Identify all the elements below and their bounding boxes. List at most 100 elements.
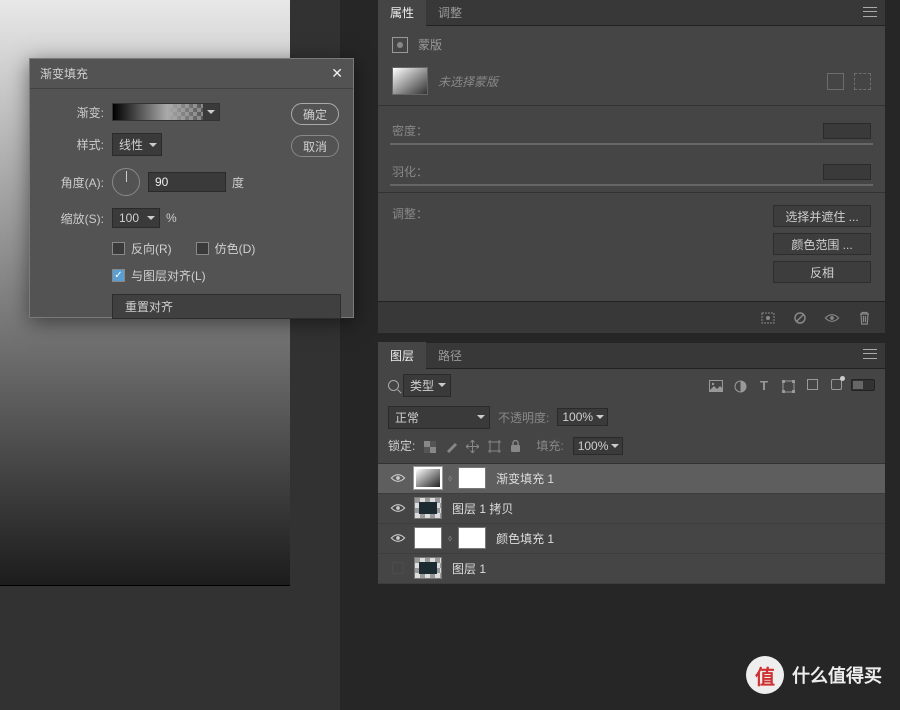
dither-label: 仿色(D) (215, 240, 256, 257)
filter-text-icon[interactable]: T (757, 378, 771, 393)
filter-smartobj-icon[interactable] (805, 378, 819, 393)
blend-mode-select[interactable]: 正常 (388, 406, 490, 429)
angle-label: 角度(A): (42, 174, 104, 191)
lock-artboard-icon[interactable] (488, 439, 501, 453)
visibility-toggle[interactable] (388, 562, 408, 574)
reverse-checkbox[interactable] (112, 242, 125, 255)
layer-name[interactable]: 图层 1 拷贝 (452, 500, 513, 517)
gradient-fill-dialog: 渐变填充 ✕ 确定 取消 渐变: 样式: 线性 角度(A): 度 缩放(S): (29, 58, 354, 318)
filter-image-icon[interactable] (709, 378, 723, 393)
filter-type-select[interactable]: 类型 (403, 374, 451, 397)
mask-thumbnail[interactable] (458, 527, 486, 549)
ok-button[interactable]: 确定 (291, 103, 339, 125)
delete-icon[interactable] (855, 310, 873, 325)
tab-adjustments[interactable]: 调整 (426, 0, 474, 26)
dialog-titlebar[interactable]: 渐变填充 ✕ (30, 59, 353, 89)
fill-label: 填充: (536, 437, 563, 454)
tab-paths[interactable]: 路径 (426, 342, 474, 369)
tab-layers[interactable]: 图层 (378, 342, 426, 369)
close-icon[interactable]: ✕ (331, 65, 343, 82)
link-icon[interactable]: ⬨ (448, 533, 452, 544)
feather-slider[interactable] (390, 184, 873, 186)
angle-dial[interactable] (112, 168, 140, 196)
load-selection-icon[interactable] (759, 310, 777, 324)
chevron-down-icon (596, 415, 604, 419)
layer-row[interactable]: 图层 1 (378, 554, 885, 584)
density-input[interactable] (823, 123, 871, 139)
filter-artboard-icon[interactable] (829, 378, 843, 393)
layer-row[interactable]: ⬨ 渐变填充 1 (378, 464, 885, 494)
scale-unit: % (166, 211, 177, 225)
visibility-icon[interactable] (823, 310, 841, 324)
lock-label: 锁定: (388, 437, 415, 454)
layer-thumbnail[interactable] (414, 527, 442, 549)
chevron-down-icon (477, 415, 485, 419)
lock-position-icon[interactable] (466, 439, 479, 453)
filter-shape-icon[interactable] (781, 378, 795, 393)
style-select[interactable]: 线性 (112, 133, 162, 156)
feather-input[interactable] (823, 164, 871, 180)
layer-name[interactable]: 颜色填充 1 (496, 530, 554, 547)
cancel-button[interactable]: 取消 (291, 135, 339, 157)
layer-thumbnail[interactable] (414, 497, 442, 519)
watermark-text: 什么值得买 (792, 662, 882, 688)
layer-thumbnail[interactable] (414, 557, 442, 579)
chevron-down-icon (438, 383, 446, 387)
chevron-down-icon (207, 110, 215, 114)
reverse-label: 反向(R) (131, 240, 172, 257)
visibility-toggle[interactable] (388, 503, 408, 513)
invert-button[interactable]: 反相 (773, 261, 871, 283)
align-label: 与图层对齐(L) (131, 267, 206, 284)
panel-menu-icon[interactable] (863, 6, 877, 20)
vector-mask-icon[interactable] (854, 73, 871, 90)
link-icon[interactable]: ⬨ (448, 473, 452, 484)
density-label: 密度： (392, 122, 428, 139)
layer-row[interactable]: ⬨ 颜色填充 1 (378, 524, 885, 554)
gradient-picker[interactable] (112, 103, 220, 121)
reset-alignment-button[interactable]: 重置对齐 (112, 294, 341, 319)
select-and-mask-button[interactable]: 选择并遮住 ... (773, 205, 871, 227)
chevron-down-icon (611, 444, 619, 448)
panel-menu-icon[interactable] (863, 348, 877, 362)
layer-name[interactable]: 图层 1 (452, 560, 486, 577)
watermark: 值 什么值得买 (746, 656, 882, 694)
lock-row: 锁定: 填充: 100% (378, 433, 885, 464)
layer-thumbnail[interactable] (414, 467, 442, 489)
layers-filter-bar: 类型 T (378, 369, 885, 402)
pixel-mask-icon[interactable] (827, 73, 844, 90)
opacity-label: 不透明度: (498, 409, 549, 426)
filter-adjust-icon[interactable] (733, 378, 747, 393)
scale-select[interactable]: 100 (112, 208, 160, 228)
scale-label: 缩放(S): (42, 210, 104, 227)
chevron-down-icon (149, 143, 157, 147)
search-icon (388, 380, 399, 391)
lock-transparency-icon[interactable] (424, 439, 436, 453)
angle-unit: 度 (232, 174, 244, 191)
layer-row[interactable]: 图层 1 拷贝 (378, 494, 885, 524)
style-label: 样式: (42, 136, 104, 153)
dither-checkbox[interactable] (196, 242, 209, 255)
chevron-down-icon (147, 216, 155, 220)
mask-thumbnail[interactable] (458, 467, 486, 489)
filter-toggle[interactable] (851, 379, 875, 391)
mask-heading: 蒙版 (418, 36, 442, 53)
angle-input[interactable] (148, 172, 226, 192)
apply-mask-icon[interactable] (791, 310, 809, 325)
color-range-button[interactable]: 颜色范围 ... (773, 233, 871, 255)
blend-mode-row: 正常 不透明度: 100% (378, 402, 885, 433)
fill-input[interactable]: 100% (573, 437, 624, 455)
lock-pixels-icon[interactable] (445, 439, 457, 453)
opacity-input[interactable]: 100% (557, 408, 608, 426)
visibility-toggle[interactable] (388, 533, 408, 543)
properties-tabs: 属性 调整 (378, 0, 885, 26)
mask-thumbnail[interactable] (392, 67, 428, 95)
tab-properties[interactable]: 属性 (378, 0, 426, 26)
lock-all-icon[interactable] (510, 439, 521, 453)
feather-label: 羽化： (392, 163, 428, 180)
align-checkbox[interactable] (112, 269, 125, 282)
density-slider[interactable] (390, 143, 873, 145)
layer-list: ⬨ 渐变填充 1 图层 1 拷贝 ⬨ 颜色填充 1 图层 1 (378, 464, 885, 584)
gradient-label: 渐变: (42, 104, 104, 121)
visibility-toggle[interactable] (388, 473, 408, 483)
layer-name[interactable]: 渐变填充 1 (496, 470, 554, 487)
